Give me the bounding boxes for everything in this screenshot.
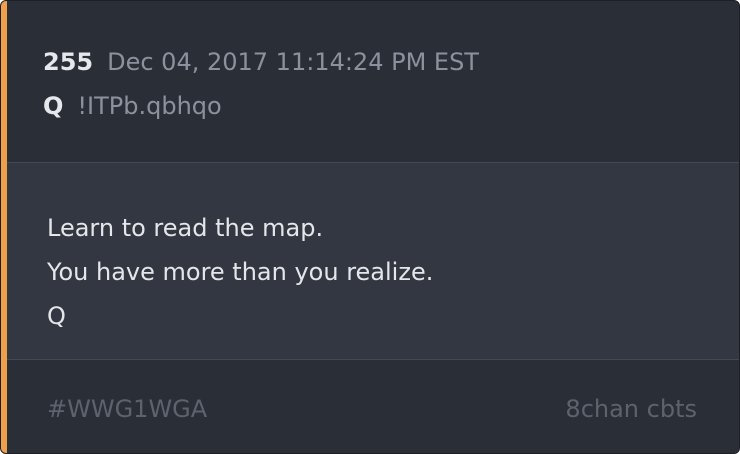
post-timestamp: Dec 04, 2017 11:14:24 PM EST — [107, 48, 479, 76]
post-body: Learn to read the map. You have more tha… — [7, 163, 739, 360]
author-name: Q — [43, 92, 64, 120]
message-line: Learn to read the map. — [47, 214, 324, 242]
message-line: Q — [47, 302, 66, 330]
message-line: You have more than you realize. — [47, 258, 434, 286]
post-card: 255 Dec 04, 2017 11:14:24 PM EST Q !ITPb.q… — [0, 0, 740, 454]
post-footer: #WWG1WGA 8chan cbts — [7, 360, 739, 453]
source-link[interactable]: 8chan cbts — [565, 394, 697, 424]
post-number[interactable]: 255 — [43, 48, 93, 76]
author-tripcode: !ITPb.qbhqo — [77, 92, 222, 120]
post-meta: 255 Dec 04, 2017 11:14:24 PM EST — [43, 47, 479, 77]
post-header: 255 Dec 04, 2017 11:14:24 PM EST Q !ITPb.q… — [7, 1, 739, 163]
hashtag-link[interactable]: #WWG1WGA — [47, 394, 207, 424]
post-author-line: Q !ITPb.qbhqo — [43, 91, 222, 121]
